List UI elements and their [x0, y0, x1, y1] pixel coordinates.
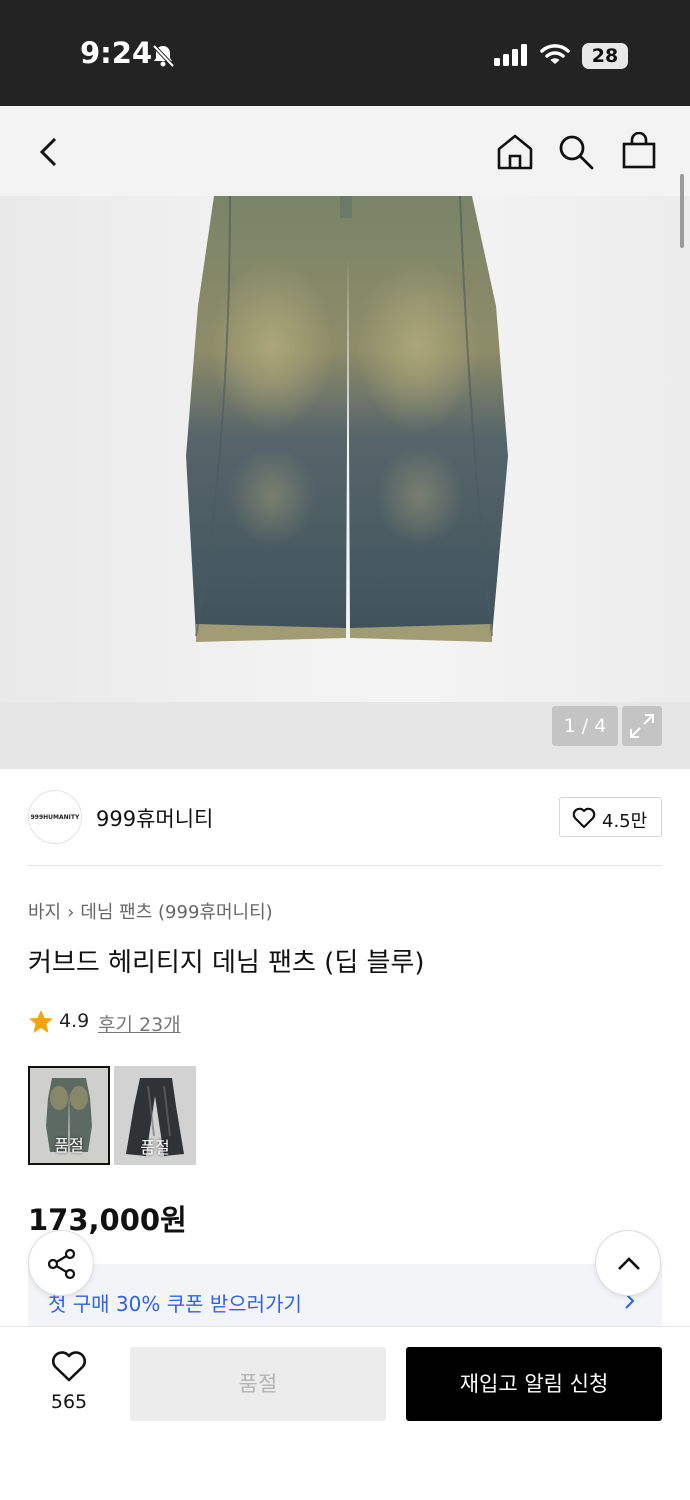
- page-scrollbar[interactable]: [680, 174, 684, 248]
- heart-icon: [52, 1351, 86, 1382]
- breadcrumb: 바지 › 데님 팬츠 (999휴머니티): [28, 898, 273, 924]
- product-photo[interactable]: [0, 196, 690, 702]
- shopping-bag-icon[interactable]: [622, 132, 656, 170]
- variant-soldout-label: 품절: [54, 1136, 84, 1155]
- wishlist-count: 565: [50, 1391, 88, 1413]
- heart-icon: [572, 807, 596, 829]
- search-icon[interactable]: [558, 134, 594, 170]
- wishlist-button[interactable]: 565: [40, 1351, 98, 1419]
- variant-soldout-label: 품절: [140, 1138, 170, 1157]
- battery-indicator: 28: [582, 43, 628, 69]
- variant-swatch-1[interactable]: 품절: [28, 1066, 110, 1165]
- share-button[interactable]: [28, 1230, 94, 1296]
- product-image-gallery[interactable]: 1 / 4: [0, 196, 690, 769]
- brand-logo[interactable]: 999HUMANITY: [28, 790, 82, 844]
- divider: [28, 865, 662, 866]
- cellular-signal-icon: [494, 44, 527, 66]
- coupon-label: 첫 구매 30% 쿠폰 받으러가기: [48, 1292, 302, 1316]
- restock-notification-button[interactable]: 재입고 알림 신청: [406, 1347, 662, 1421]
- chevron-up-icon: [618, 1257, 640, 1270]
- expand-image-button[interactable]: [622, 706, 662, 746]
- brand-row: 999HUMANITY 999휴머니티 4.5만: [28, 790, 662, 844]
- scroll-to-top-button[interactable]: [595, 1230, 661, 1296]
- image-page-indicator: 1 / 4: [552, 706, 618, 746]
- rating-score: 4.9: [59, 1010, 90, 1032]
- brand-like-button[interactable]: 4.5만: [559, 797, 662, 837]
- brand-like-count: 4.5만: [602, 811, 648, 832]
- top-nav-bar: [0, 106, 690, 196]
- soldout-button: 품절: [130, 1347, 386, 1421]
- brand-name[interactable]: 999휴머니티: [96, 803, 213, 833]
- variant-swatch-2[interactable]: 품절: [114, 1066, 196, 1165]
- reviews-link[interactable]: 후기 23개: [98, 1010, 181, 1037]
- jeans-image: [186, 196, 508, 642]
- bell-off-icon: [152, 44, 175, 68]
- status-time: 9:24: [80, 36, 153, 70]
- share-icon: [47, 1248, 76, 1280]
- wifi-icon: [540, 44, 570, 64]
- breadcrumb-category[interactable]: 바지: [28, 902, 61, 923]
- back-arrow-icon[interactable]: [38, 136, 60, 168]
- chevron-right-icon: ›: [67, 902, 75, 923]
- status-bar: 9:24 28: [0, 0, 690, 106]
- product-title: 커브드 헤리티지 데님 팬츠 (딥 블루): [28, 948, 425, 978]
- first-purchase-coupon-banner[interactable]: 첫 구매 30% 쿠폰 받으러가기: [28, 1264, 662, 1326]
- star-icon: [29, 1010, 53, 1033]
- home-icon[interactable]: [496, 133, 534, 171]
- expand-icon: [630, 714, 654, 738]
- breadcrumb-subcategory[interactable]: 데님 팬츠 (999휴머니티): [80, 902, 272, 923]
- bottom-action-bar: 565 품절 재입고 알림 신청: [0, 1326, 690, 1500]
